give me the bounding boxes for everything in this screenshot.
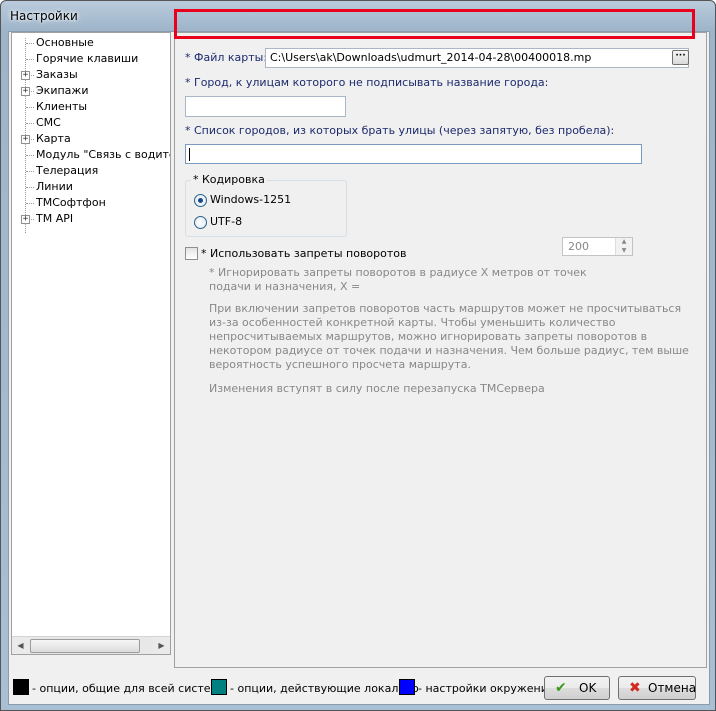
scrollbar-thumb[interactable] — [30, 639, 140, 653]
map-file-label: * Файл карты: — [185, 51, 268, 64]
restart-note: Изменения вступят в силу после перезапус… — [209, 382, 545, 395]
tree-item-label: Модуль "Связь с водителем" — [36, 148, 170, 161]
tree-item-map[interactable]: + Карта — [12, 131, 170, 147]
scroll-left-icon[interactable]: ◀ — [12, 637, 29, 654]
tree-connector — [26, 43, 34, 44]
map-file-value: C:\Users\ak\Downloads\udmurt_2014-04-28\… — [270, 51, 592, 64]
settings-tree[interactable]: Основные Горячие клавиши + Заказы + Экип… — [11, 32, 171, 655]
encoding-group — [185, 180, 347, 237]
tree-item-clients[interactable]: Клиенты — [12, 99, 170, 115]
legend-swatch-global — [13, 679, 29, 695]
expand-icon[interactable]: + — [21, 135, 30, 144]
radio-windows-1251[interactable] — [194, 194, 207, 207]
tree-item-label: Телерация — [36, 164, 99, 177]
tree-connector — [26, 187, 34, 188]
tree-item-label: TM API — [36, 212, 74, 225]
tree-connector — [26, 155, 34, 156]
spin-up-icon[interactable]: ▲ — [616, 238, 632, 246]
radius-value: 200 — [568, 240, 589, 253]
tree-item-label: Основные — [36, 36, 94, 49]
city-input[interactable] — [185, 96, 346, 117]
ignore-radius-label-cont: подачи и назначения, X = — [209, 280, 361, 293]
tree-connector — [26, 203, 34, 204]
tree-item-general[interactable]: Основные — [12, 35, 170, 51]
note-line: непросчитываемых маршрутов, можно игнори… — [209, 330, 648, 343]
legend-swatch-local — [211, 679, 227, 695]
scroll-right-icon[interactable]: ▶ — [153, 637, 170, 654]
tree-connector — [26, 59, 34, 60]
tree-horizontal-scrollbar[interactable]: ◀ ▶ — [12, 636, 170, 654]
tree-item-hotkeys[interactable]: Горячие клавиши — [12, 51, 170, 67]
legend-label-local: - опции, действующие локально — [230, 682, 419, 695]
note-line: некотором радиусе от точек подачи и назн… — [209, 344, 689, 357]
tree-connector — [26, 123, 34, 124]
ok-label: OK — [579, 681, 597, 695]
tree-item-lines[interactable]: Линии — [12, 179, 170, 195]
city-label: * Город, к улицам которого не подписыват… — [185, 76, 549, 89]
turn-restrictions-label: * Использовать запреты поворотов — [201, 247, 407, 260]
tree-item-label: Линии — [36, 180, 73, 193]
legend-swatch-environment — [399, 679, 415, 695]
spinner-buttons: ▲ ▼ — [615, 238, 632, 255]
spin-down-icon[interactable]: ▼ — [616, 247, 632, 255]
tree-connector — [26, 107, 34, 108]
encoding-title: * Кодировка — [191, 173, 267, 186]
cross-icon: ✖ — [629, 680, 641, 696]
note-line: из-за особенностей конкретной карты. Что… — [209, 316, 616, 329]
map-file-field[interactable]: C:\Users\ak\Downloads\udmurt_2014-04-28\… — [265, 48, 689, 68]
cities-list-input[interactable] — [185, 144, 642, 164]
title-bar[interactable]: Настройки — [1, 1, 715, 31]
text-cursor — [189, 148, 190, 161]
cancel-label: Отмена — [648, 681, 697, 695]
expand-icon[interactable]: + — [21, 71, 30, 80]
note-line: При включении запретов поворотов часть м… — [209, 302, 682, 315]
settings-window: Настройки Основные Горячие клавиши + Зак… — [0, 0, 716, 711]
cancel-button[interactable]: ✖ Отмена — [618, 676, 696, 700]
ignore-radius-label: * Игнорировать запреты поворотов в радиу… — [209, 266, 587, 279]
tree-item-label: Заказы — [36, 68, 78, 81]
turn-restrictions-checkbox[interactable] — [185, 247, 198, 260]
radio-utf-8[interactable] — [194, 216, 207, 229]
tree-item-label: Экипажи — [36, 84, 89, 97]
window-title: Настройки — [10, 9, 78, 23]
encoding-option-label: UTF-8 — [210, 215, 243, 228]
tree-item-label: Горячие клавиши — [36, 52, 139, 65]
check-icon: ✔ — [555, 680, 567, 696]
tree-item-sms[interactable]: СМС — [12, 115, 170, 131]
browse-button[interactable]: ··· — [672, 50, 689, 65]
tree-item-label: ТМСофтфон — [36, 196, 106, 209]
tree-item-orders[interactable]: + Заказы — [12, 67, 170, 83]
note-line: вероятность успешного просчета маршрута. — [209, 358, 471, 371]
tree-item-driver-module[interactable]: Модуль "Связь с водителем" — [12, 147, 170, 163]
cities-list-label: * Список городов, из которых брать улицы… — [185, 124, 615, 137]
encoding-option-label: Windows-1251 — [210, 193, 292, 206]
tree-item-label: Клиенты — [36, 100, 88, 113]
expand-icon[interactable]: + — [21, 215, 30, 224]
tree-item-label: Карта — [36, 132, 71, 145]
legend-label-environment: - настройки окружения — [418, 682, 555, 695]
tree-item-tm-api[interactable]: + TM API — [12, 211, 170, 227]
legend-label-global: - опции, общие для всей системы — [32, 682, 228, 695]
tree-item-crews[interactable]: + Экипажи — [12, 83, 170, 99]
tree-item-teleratsiya[interactable]: Телерация — [12, 163, 170, 179]
ok-button[interactable]: ✔ OK — [544, 676, 610, 700]
tree-item-label: СМС — [36, 116, 61, 129]
expand-icon[interactable]: + — [21, 87, 30, 96]
radius-spinner[interactable]: 200 ▲ ▼ — [562, 237, 633, 256]
tree-connector — [26, 171, 34, 172]
tree-item-tmsoftphone[interactable]: ТМСофтфон — [12, 195, 170, 211]
